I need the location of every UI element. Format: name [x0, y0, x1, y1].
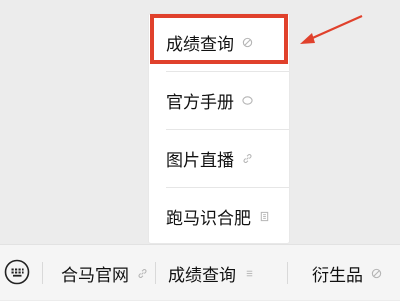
tab-label: 成绩查询	[168, 265, 236, 286]
menu-item-label: 官方手册	[166, 93, 234, 113]
menu-item-label: 图片直播	[166, 151, 234, 171]
tab-divider	[155, 262, 156, 284]
highlight-box	[150, 14, 288, 64]
menu-item-hefei-marathon[interactable]: 跑马识合肥	[149, 188, 289, 245]
page-icon	[260, 211, 269, 222]
link-icon	[138, 268, 147, 278]
forbidden-icon	[371, 268, 382, 278]
tab-label: 衍生品	[312, 265, 363, 286]
arrow-annotation	[300, 14, 363, 44]
tab-hefei-marathon-website[interactable]: 合马官网	[61, 245, 148, 301]
menu-item-photo-live[interactable]: 图片直播	[149, 130, 289, 187]
menu-item-label: 跑马识合肥	[166, 209, 251, 229]
link-icon	[243, 154, 252, 163]
menu-item-official-handbook[interactable]: 官方手册	[149, 72, 289, 129]
bottom-menu-bar: 合马官网 成绩查询 衍生品	[0, 244, 400, 300]
keyboard-icon[interactable]	[4, 259, 30, 285]
tab-merchandise[interactable]: 衍生品	[312, 245, 382, 301]
menu-icon	[246, 270, 253, 276]
circle-icon	[242, 96, 253, 105]
tab-score-query[interactable]: 成绩查询	[168, 245, 255, 301]
tab-label: 合马官网	[61, 265, 129, 286]
tab-divider	[42, 262, 43, 284]
tab-divider	[287, 262, 288, 284]
